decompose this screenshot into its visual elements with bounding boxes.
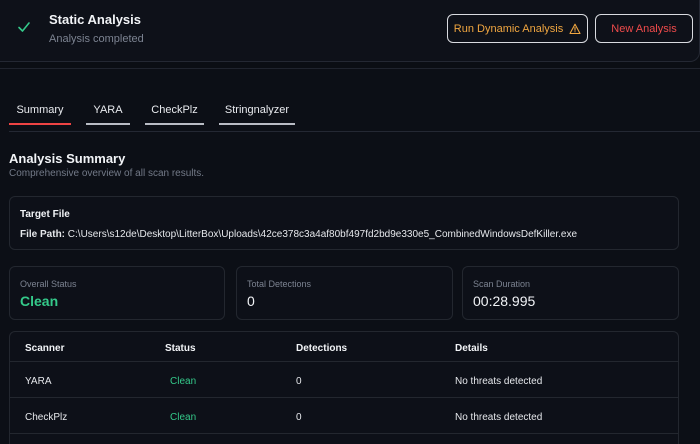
scanner-detections: 0 xyxy=(296,412,302,423)
header-title: Static Analysis xyxy=(49,12,142,27)
run-dynamic-analysis-button[interactable]: Run Dynamic Analysis xyxy=(447,14,588,43)
file-path-label: File Path: xyxy=(20,229,66,240)
table-header: Scanner Status Detections Details xyxy=(10,332,678,362)
run-dynamic-analysis-label: Run Dynamic Analysis xyxy=(453,22,564,35)
total-detections-label: Total Detections xyxy=(247,279,312,289)
warning-triangle-icon xyxy=(569,23,581,34)
header-subtitle: Analysis completed xyxy=(49,33,144,45)
column-header-details: Details xyxy=(455,343,488,354)
scanner-name: YARA xyxy=(25,376,52,387)
tab-checkplz[interactable]: CheckPlz xyxy=(145,104,204,125)
total-detections-card: Total Detections 0 xyxy=(236,266,453,320)
tab-bar: Summary YARA CheckPlz Stringnalyzer xyxy=(9,104,295,125)
main-panel: Summary YARA CheckPlz Stringnalyzer Anal… xyxy=(0,68,700,444)
analysis-header: Static Analysis Analysis completed Run D… xyxy=(0,0,700,62)
overall-status-card: Overall Status Clean xyxy=(9,266,225,320)
target-file-card: Target File File Path: C:\Users\s12de\De… xyxy=(9,196,679,250)
tab-yara[interactable]: YARA xyxy=(86,104,130,125)
scanner-status: Clean xyxy=(170,412,197,423)
column-header-status: Status xyxy=(165,343,196,354)
target-file-label: Target File xyxy=(20,209,70,220)
scanner-name: CheckPlz xyxy=(25,412,68,423)
scan-duration-label: Scan Duration xyxy=(473,279,531,289)
file-path: File Path: C:\Users\s12de\Desktop\Litter… xyxy=(20,229,577,240)
column-header-detections: Detections xyxy=(296,343,348,354)
scan-duration-card: Scan Duration 00:28.995 xyxy=(462,266,679,320)
results-table: Scanner Status Detections Details YARA C… xyxy=(9,331,679,444)
scanner-details: No threats detected xyxy=(455,412,543,423)
table-row: YARA Clean 0 No threats detected xyxy=(10,363,678,398)
check-icon xyxy=(18,22,30,32)
tab-summary[interactable]: Summary xyxy=(9,104,71,125)
overall-status-label: Overall Status xyxy=(20,279,77,289)
tab-stringnalyzer[interactable]: Stringnalyzer xyxy=(219,104,295,125)
total-detections-value: 0 xyxy=(247,293,255,309)
column-header-scanner: Scanner xyxy=(25,343,65,354)
scanner-status: Clean xyxy=(170,376,197,387)
table-row: CheckPlz Clean 0 No threats detected xyxy=(10,399,678,434)
overall-status-value: Clean xyxy=(20,293,59,309)
section-subtitle: Comprehensive overview of all scan resul… xyxy=(9,168,205,179)
scan-duration-value: 00:28.995 xyxy=(473,293,536,309)
tab-divider xyxy=(9,131,700,132)
section-title: Analysis Summary xyxy=(9,151,126,166)
scanner-details: No threats detected xyxy=(455,376,543,387)
scanner-detections: 0 xyxy=(296,376,302,387)
new-analysis-button[interactable]: New Analysis xyxy=(595,14,693,43)
file-path-value: C:\Users\s12de\Desktop\LitterBox\Uploads… xyxy=(67,229,578,240)
